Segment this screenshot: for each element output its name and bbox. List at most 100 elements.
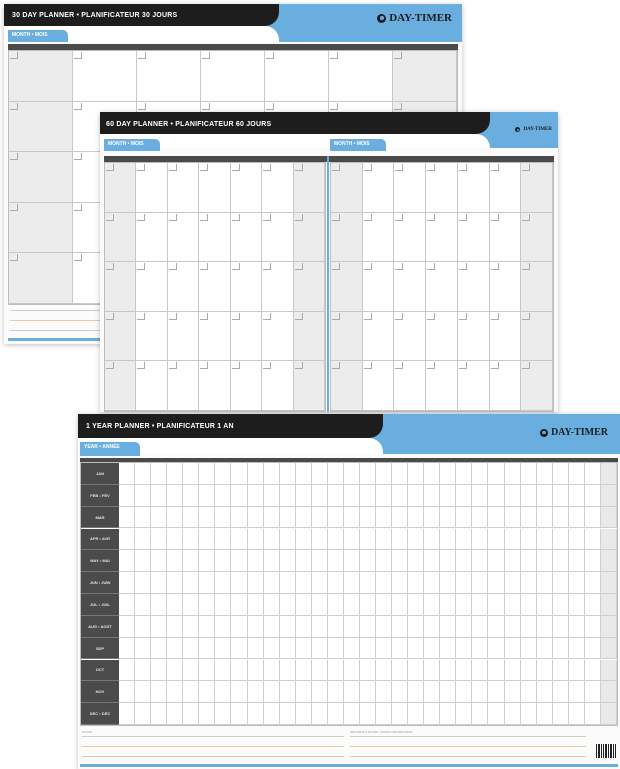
year-day-cell	[247, 615, 264, 638]
year-day-cell	[263, 550, 280, 573]
year-day-cell	[584, 463, 601, 485]
month-label: JUL • JUIL	[81, 594, 119, 616]
date-box	[522, 263, 531, 271]
day-cell	[331, 163, 363, 213]
year-day-cell	[215, 594, 232, 616]
year-day-cell	[263, 463, 280, 485]
year-day-cell	[247, 703, 264, 725]
planner-title: 30 DAY PLANNER • PLANIFICATEUR 30 JOURS	[12, 12, 178, 19]
year-day-cell	[440, 484, 457, 507]
year-day-cell	[279, 484, 296, 507]
tab-month: MONTH • MOIS	[8, 30, 68, 42]
year-day-cell	[151, 594, 168, 616]
year-day-cell	[392, 703, 409, 725]
day-cell	[329, 51, 393, 102]
year-day-cell	[552, 572, 569, 594]
date-box	[363, 312, 372, 320]
year-day-cell	[600, 637, 617, 660]
year-day-cell	[376, 506, 393, 529]
year-day-cell	[520, 484, 537, 507]
year-day-cell	[520, 506, 537, 529]
year-day-cell	[472, 659, 489, 682]
tab-month-2: MONTH • MOIS	[330, 139, 386, 151]
year-day-cell	[231, 463, 248, 485]
year-day-cell	[343, 463, 360, 485]
year-day-cell	[135, 681, 152, 704]
barcode-icon	[596, 744, 616, 758]
year-day-cell	[488, 550, 505, 573]
year-day-cell	[151, 550, 168, 573]
year-day-cell	[456, 594, 473, 616]
year-day-cell	[568, 659, 585, 682]
year-day-cell	[263, 506, 280, 529]
year-day-cell	[408, 703, 425, 725]
year-day-cell	[279, 506, 296, 529]
year-day-cell	[392, 594, 409, 616]
year-day-cell	[295, 703, 312, 725]
year-day-cell	[119, 506, 136, 529]
date-box	[395, 164, 404, 171]
year-day-cell	[376, 615, 393, 638]
year-day-cell	[151, 528, 168, 551]
year-day-cell	[167, 550, 184, 573]
notes-line	[350, 746, 586, 747]
day-cell	[105, 262, 137, 312]
year-day-cell	[199, 528, 216, 551]
date-box	[231, 164, 240, 171]
date-box	[137, 263, 146, 271]
day-cell	[262, 163, 294, 213]
day-cell	[426, 163, 458, 213]
year-day-cell	[408, 615, 425, 638]
year-day-cell	[408, 506, 425, 529]
date-box	[231, 213, 240, 221]
day-cell	[457, 163, 490, 213]
year-day-cell	[520, 703, 537, 725]
year-day-cell	[568, 506, 585, 529]
year-day-cell	[504, 506, 521, 529]
year-day-cell	[472, 572, 489, 594]
day-cell	[293, 262, 325, 312]
date-box	[168, 213, 177, 221]
year-day-cell	[488, 659, 505, 682]
year-day-cell	[552, 703, 569, 725]
day-cell	[489, 262, 522, 312]
year-day-cell	[263, 681, 280, 704]
date-box	[363, 164, 372, 171]
date-box	[231, 263, 240, 271]
year-day-cell	[247, 681, 264, 704]
date-box	[10, 153, 18, 161]
date-box	[106, 213, 114, 221]
day-cell	[230, 212, 263, 263]
year-day-cell	[520, 615, 537, 638]
year-day-cell	[440, 615, 457, 638]
year-day-cell	[392, 637, 409, 660]
year-day-cell	[119, 637, 136, 660]
year-day-cell	[183, 594, 200, 616]
year-day-cell	[263, 637, 280, 660]
day-cell	[105, 163, 137, 213]
year-day-cell	[568, 703, 585, 725]
brand-logo: DAY-TIMER	[539, 427, 608, 438]
year-day-cell	[424, 681, 441, 704]
year-day-cell	[536, 550, 553, 573]
year-day-cell	[151, 681, 168, 704]
year-day-cell	[295, 681, 312, 704]
date-box	[522, 213, 531, 221]
year-day-cell	[119, 615, 136, 638]
year-day-cell	[343, 484, 360, 507]
year-day-cell	[584, 594, 601, 616]
year-day-cell	[215, 703, 232, 725]
date-box	[394, 102, 402, 110]
year-day-cell	[359, 528, 377, 551]
date-box	[138, 52, 146, 59]
year-day-cell	[488, 703, 505, 725]
year-day-cell	[456, 463, 473, 485]
date-box	[74, 52, 82, 59]
year-day-cell	[424, 550, 441, 573]
year-day-cell	[552, 463, 569, 485]
year-day-cell	[311, 550, 328, 573]
year-day-cell	[295, 484, 312, 507]
year-day-cell	[488, 615, 505, 638]
year-day-cell	[247, 550, 264, 573]
year-day-cell	[488, 637, 505, 660]
